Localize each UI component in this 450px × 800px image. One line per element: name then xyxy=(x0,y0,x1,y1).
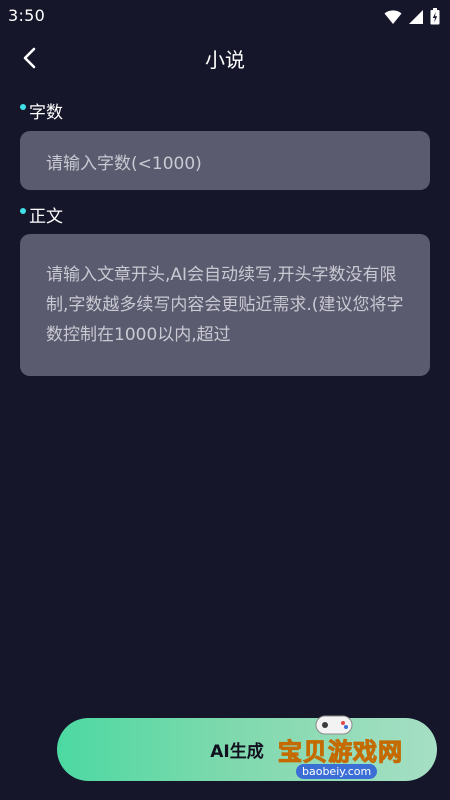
body-text-input[interactable]: 请输入文章开头,AI会自动续写,开头字数没有限制,字数越多续写内容会更贴近需求.… xyxy=(20,234,430,376)
body-text-label: 正文 xyxy=(20,202,63,227)
header: 小说 xyxy=(0,34,450,80)
body-text-label-text: 正文 xyxy=(29,207,63,227)
watermark-url: baobeiy.com xyxy=(296,764,378,779)
word-count-placeholder: 请输入字数(<1000) xyxy=(46,154,202,174)
watermark-logo: 宝贝游戏网 baobeiy.com xyxy=(276,712,414,790)
body-text-placeholder: 请输入文章开头,AI会自动续写,开头字数没有限制,字数越多续写内容会更贴近需求.… xyxy=(46,265,404,345)
watermark-text: 宝贝游戏网 xyxy=(278,738,403,767)
wifi-icon xyxy=(384,9,402,29)
word-count-label-text: 字数 xyxy=(29,103,63,123)
word-count-label: 字数 xyxy=(20,98,63,123)
page-title: 小说 xyxy=(205,48,245,72)
status-bar: 3:50 xyxy=(0,0,450,32)
word-count-input[interactable]: 请输入字数(<1000) xyxy=(20,131,430,190)
accent-dot-icon xyxy=(20,103,26,110)
ai-generate-label: AI生成 xyxy=(210,742,264,762)
status-time: 3:50 xyxy=(8,6,46,25)
accent-dot-icon xyxy=(20,207,26,214)
status-icons xyxy=(384,8,440,29)
signal-icon xyxy=(408,9,424,29)
battery-icon xyxy=(430,8,440,29)
